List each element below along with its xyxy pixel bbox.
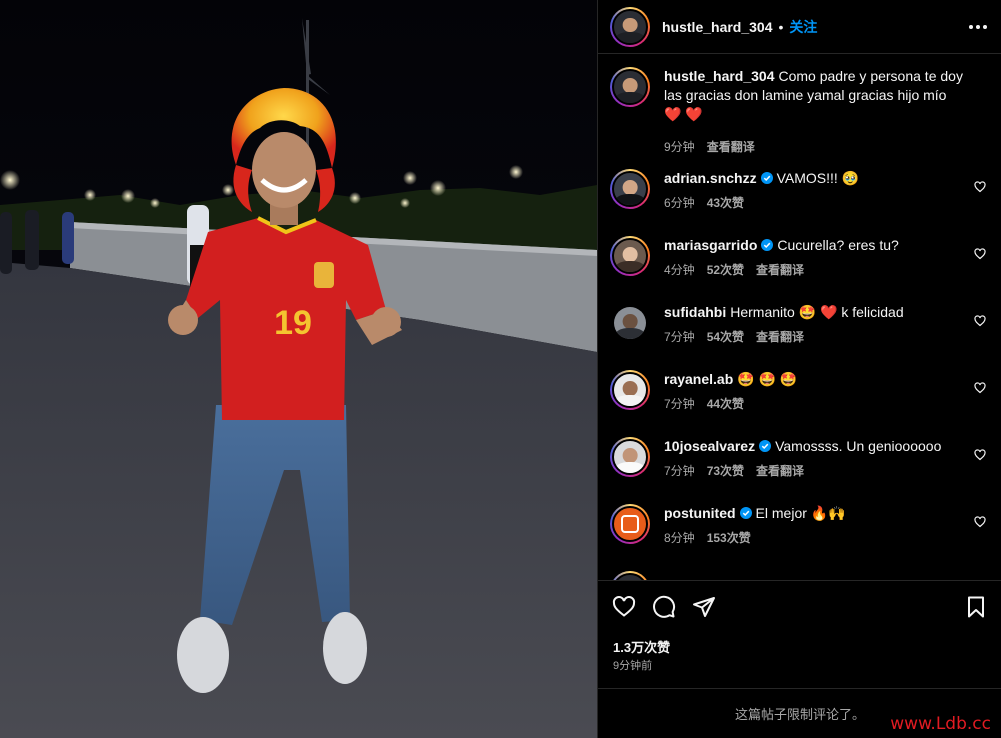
post-container: 19 hustle_hard_304 • 关注 hustle_hard_304 … — [0, 0, 1001, 738]
comment-username[interactable]: postunited — [664, 505, 736, 521]
caption-avatar[interactable] — [610, 67, 650, 107]
small-heart-icon[interactable] — [974, 516, 986, 528]
small-heart-icon[interactable] — [974, 382, 986, 394]
comment-item: postunited El mejor 🔥🙌 8分钟 153次赞 — [610, 504, 990, 548]
comment-text: Vamossss. Un genioooooo — [775, 438, 942, 454]
comment-avatar[interactable] — [610, 169, 650, 209]
comment-item: adrian.snchzz VAMOS!!! 🥹 6分钟 43次赞 — [610, 169, 990, 213]
caption-item: hustle_hard_304 Como padre y persona te d… — [610, 67, 990, 157]
separator-dot: • — [778, 18, 784, 35]
author-avatar[interactable] — [610, 6, 650, 47]
comment-item: mariasgarrido Cucurella? eres tu? 4分钟 52次… — [610, 236, 990, 280]
comment-time: 8分钟 — [664, 531, 695, 545]
caption-time: 9分钟 — [664, 140, 695, 154]
more-options-icon[interactable] — [969, 19, 987, 35]
comment-text: VAMOS!!! — [776, 170, 838, 186]
comment-text: 🤩 🤩 🤩 — [737, 371, 798, 387]
comment-likes[interactable]: 73次赞 — [707, 462, 744, 481]
comment-username[interactable]: rayanel.ab — [664, 371, 733, 387]
comment-icon[interactable] — [652, 595, 676, 619]
comment-likes[interactable]: 54次赞 — [707, 328, 744, 347]
comment-avatar[interactable] — [610, 504, 650, 544]
comments-list[interactable]: hustle_hard_304 Como padre y persona te d… — [598, 55, 1001, 580]
comment-username[interactable]: adrian.snchzz — [664, 170, 757, 186]
follow-button[interactable]: 关注 — [789, 17, 817, 37]
comment-translate-link[interactable]: 查看翻译 — [756, 261, 804, 280]
photo-scene: 19 — [0, 0, 597, 738]
author-username[interactable]: hustle_hard_304 — [662, 19, 773, 35]
small-heart-icon[interactable] — [974, 181, 986, 193]
comment-item: 10josealvarez Vamossss. Un genioooooo 7分钟… — [610, 437, 990, 481]
comment-avatar[interactable] — [610, 370, 650, 410]
comment-time: 7分钟 — [664, 464, 695, 478]
verified-badge-icon — [759, 440, 772, 452]
comment-avatar[interactable] — [610, 236, 650, 276]
comment-username[interactable]: mariasgarrido — [664, 237, 757, 253]
comment-likes[interactable]: 52次赞 — [707, 261, 744, 280]
caption-translate-link[interactable]: 查看翻译 — [707, 138, 755, 157]
comment-text: Cucurella? eres tu? — [777, 237, 899, 253]
post-actions: 1.3万次赞 9分钟前 — [598, 580, 1001, 688]
comment-avatar-partial[interactable] — [610, 571, 650, 580]
post-photo[interactable]: 19 — [0, 0, 597, 738]
bookmark-icon[interactable] — [964, 595, 988, 619]
comment-translate-link[interactable]: 查看翻译 — [756, 328, 804, 347]
comment-time: 7分钟 — [664, 330, 695, 344]
caption-username[interactable]: hustle_hard_304 — [664, 68, 775, 84]
comment-text: El mejor 🔥🙌 — [755, 505, 846, 521]
small-heart-icon[interactable] — [974, 449, 986, 461]
comment-avatar[interactable] — [610, 303, 650, 343]
site-watermark: www.Ldb.cc — [890, 714, 991, 734]
comment-text: Hermanito 🤩 ❤️ k felicidad — [730, 304, 904, 320]
small-heart-icon[interactable] — [974, 315, 986, 327]
comment-item: sufidahbi Hermanito 🤩 ❤️ k felicidad 7分钟 … — [610, 303, 990, 347]
comment-time: 7分钟 — [664, 397, 695, 411]
comment-likes[interactable]: 43次赞 — [707, 194, 744, 213]
small-heart-icon[interactable] — [974, 248, 986, 260]
heart-icon[interactable] — [612, 595, 636, 619]
verified-badge-icon — [739, 507, 752, 519]
comment-likes[interactable]: 153次赞 — [707, 529, 751, 548]
comment-time: 6分钟 — [664, 196, 695, 210]
comment-avatar[interactable] — [610, 437, 650, 477]
verified-badge-icon — [761, 239, 774, 251]
verified-badge-icon — [760, 172, 773, 184]
comment-emoji: 🥹 — [841, 170, 860, 186]
jersey-number: 19 — [274, 304, 312, 342]
comment-username[interactable]: 10josealvarez — [664, 438, 755, 454]
comment-time: 4分钟 — [664, 263, 695, 277]
share-icon[interactable] — [692, 595, 716, 619]
post-header: hustle_hard_304 • 关注 — [598, 0, 1001, 54]
comment-item: rayanel.ab 🤩 🤩 🤩 7分钟 44次赞 — [610, 370, 990, 414]
post-side-panel: hustle_hard_304 • 关注 hustle_hard_304 Como… — [597, 0, 1001, 738]
comment-likes[interactable]: 44次赞 — [707, 395, 744, 414]
likes-count[interactable]: 1.3万次赞 — [613, 637, 670, 656]
comment-translate-link[interactable]: 查看翻译 — [756, 462, 804, 481]
caption-body: hustle_hard_304 Como padre y persona te d… — [664, 67, 964, 157]
comment-username[interactable]: sufidahbi — [664, 304, 726, 320]
post-time: 9分钟前 — [613, 660, 653, 672]
